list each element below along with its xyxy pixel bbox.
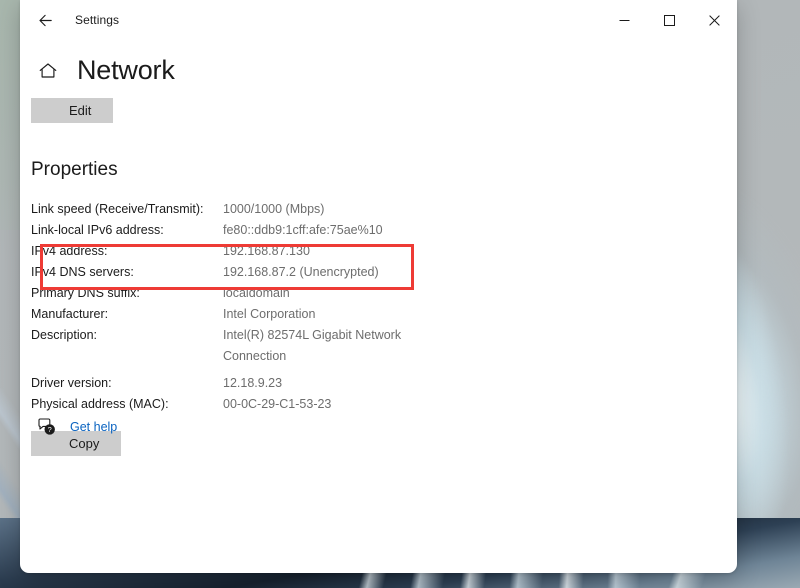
edit-button[interactable]: Edit (31, 98, 113, 123)
maximize-icon (664, 15, 675, 26)
section-title: Properties (31, 159, 737, 181)
page-title: Network (77, 55, 175, 86)
get-help-label: Get help (70, 420, 117, 434)
back-button[interactable] (26, 5, 64, 35)
close-button[interactable] (692, 0, 737, 40)
property-value: 192.168.87.2 (Unencrypted) (223, 262, 379, 283)
property-row: Manufacturer:Intel Corporation (31, 304, 451, 325)
property-label: IPv4 address: (31, 241, 223, 262)
property-value: 192.168.87.130 (223, 241, 310, 262)
property-label: Physical address (MAC): (31, 394, 223, 415)
property-row: Link-local IPv6 address:fe80::ddb9:1cff:… (31, 220, 451, 241)
property-label: Manufacturer: (31, 304, 223, 325)
property-value: localdomain (223, 283, 290, 304)
page-body: Network Edit Properties Link speed (Rece… (20, 55, 737, 456)
help-bubble-glyph-icon: ? (37, 417, 56, 436)
property-row: Driver version:12.18.9.23 (31, 373, 451, 394)
page-header: Network (31, 55, 737, 86)
property-row: IPv4 DNS servers:192.168.87.2 (Unencrypt… (31, 262, 451, 283)
property-row: Description:Intel(R) 82574L Gigabit Netw… (31, 325, 451, 367)
desktop-background: Settings (0, 0, 800, 588)
property-value: fe80::ddb9:1cff:afe:75ae%10 (223, 220, 383, 241)
property-row: Link speed (Receive/Transmit):1000/1000 … (31, 199, 451, 220)
property-value: Intel(R) 82574L Gigabit Network Connecti… (223, 325, 401, 367)
property-label: Primary DNS suffix: (31, 283, 223, 304)
property-label: IPv4 DNS servers: (31, 262, 223, 283)
app-title: Settings (75, 13, 119, 27)
property-value: 00-0C-29-C1-53-23 (223, 394, 331, 415)
minimize-icon (619, 15, 630, 26)
home-glyph-icon (37, 60, 59, 82)
property-label: Link-local IPv6 address: (31, 220, 223, 241)
svg-text:?: ? (47, 425, 51, 434)
back-arrow-icon (37, 12, 54, 29)
settings-window: Settings (20, 0, 737, 573)
minimize-button[interactable] (602, 0, 647, 40)
properties-table: Link speed (Receive/Transmit):1000/1000 … (31, 199, 451, 415)
property-row: IPv4 address:192.168.87.130 (31, 241, 451, 262)
property-label: Link speed (Receive/Transmit): (31, 199, 223, 220)
property-row: Primary DNS suffix:localdomain (31, 283, 451, 304)
property-value: Intel Corporation (223, 304, 315, 325)
close-icon (709, 15, 720, 26)
property-value: 1000/1000 (Mbps) (223, 199, 324, 220)
help-bubble-icon: ? (31, 417, 61, 436)
get-help-link[interactable]: ? Get help (31, 417, 117, 436)
property-value: 12.18.9.23 (223, 373, 282, 394)
maximize-button[interactable] (647, 0, 692, 40)
window-controls (602, 0, 737, 40)
property-label: Description: (31, 325, 223, 346)
property-label: Driver version: (31, 373, 223, 394)
home-icon[interactable] (31, 60, 65, 82)
property-row: Physical address (MAC):00-0C-29-C1-53-23 (31, 394, 451, 415)
title-bar: Settings (20, 0, 737, 40)
